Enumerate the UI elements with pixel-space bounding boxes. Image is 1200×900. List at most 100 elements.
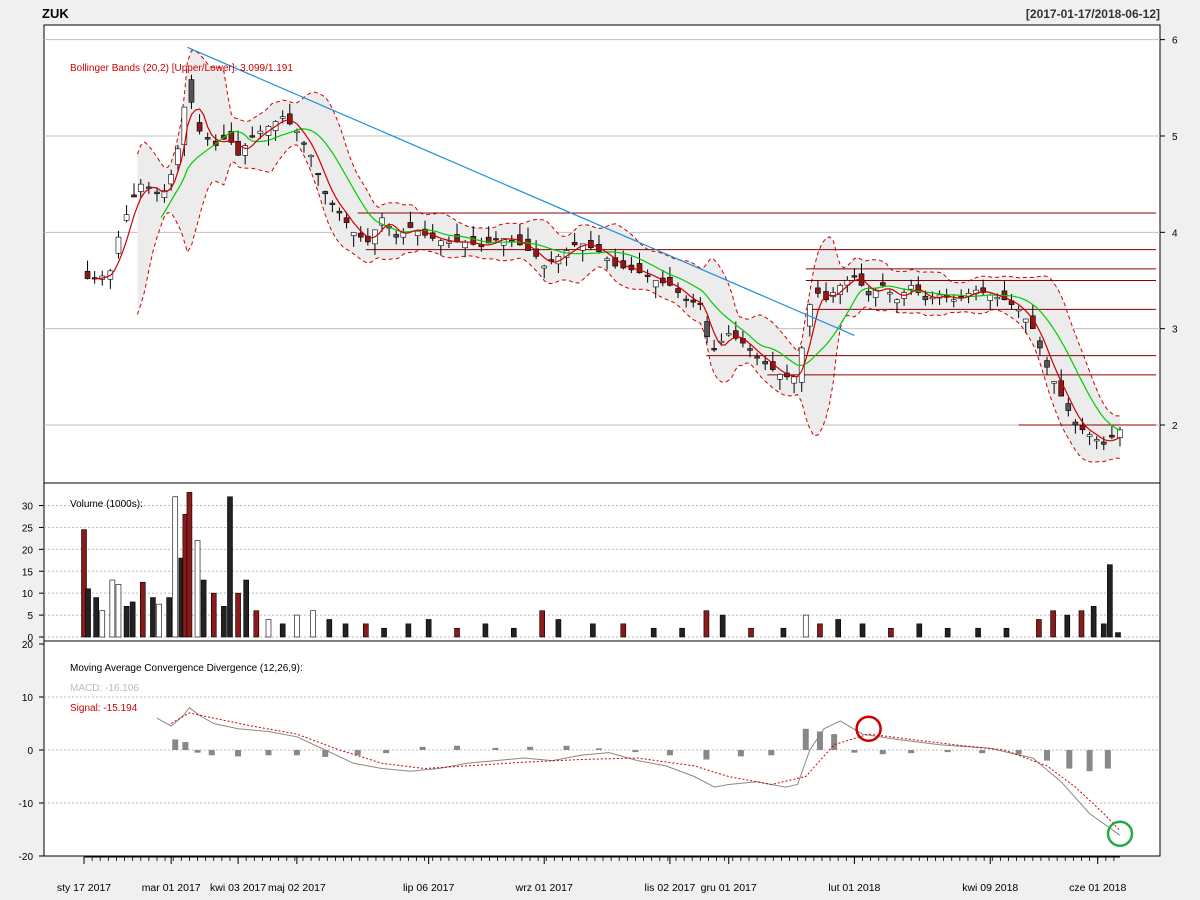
x-tick-label: wrz 01 2017 <box>515 882 573 894</box>
macd-histogram-bar <box>944 750 951 753</box>
volume-bar <box>835 619 841 638</box>
volume-bar <box>650 627 657 638</box>
volume-bar <box>1100 623 1107 638</box>
volume-tick-label: 15 <box>22 567 34 578</box>
candle-body <box>315 172 321 176</box>
volume-bar <box>150 597 156 638</box>
volume-bar <box>139 581 146 638</box>
macd-histogram-bar <box>454 745 461 750</box>
candle-body <box>84 270 91 279</box>
volume-bar <box>194 540 201 638</box>
volume-bar <box>227 496 233 638</box>
candle-body <box>308 154 314 158</box>
volume-bar <box>888 627 894 638</box>
volume-bar <box>172 496 179 638</box>
candle-body <box>652 280 659 288</box>
candle-body <box>762 361 769 365</box>
volume-bar <box>1050 610 1056 638</box>
macd-histogram-bar <box>802 728 809 750</box>
candle-body <box>1086 434 1093 437</box>
volume-bar <box>944 627 951 638</box>
candle-body <box>257 130 264 134</box>
candle-body <box>154 191 160 195</box>
x-tick-label: kwi 09 2018 <box>962 882 1018 894</box>
candle-body <box>894 299 900 304</box>
candle-body <box>1037 340 1043 349</box>
candle-body <box>851 275 858 278</box>
candle-body <box>994 297 1001 300</box>
candle-body <box>747 348 753 351</box>
macd-tick-label: -20 <box>19 852 34 863</box>
candle-body <box>1100 441 1107 445</box>
volume-bar <box>166 597 172 638</box>
macd-histogram-bar <box>235 750 242 757</box>
candle-body <box>329 202 336 205</box>
macd-histogram-bar <box>492 747 499 750</box>
volume-bar <box>425 619 432 638</box>
candle-body <box>357 232 364 238</box>
x-tick-label: kwi 03 2017 <box>210 882 266 894</box>
candle-body <box>393 234 400 238</box>
volume-bar <box>1115 632 1121 638</box>
candle-body <box>1117 429 1123 439</box>
volume-bar <box>511 627 517 638</box>
candle-body <box>987 294 994 301</box>
macd-histogram-bar <box>208 750 215 756</box>
macd-histogram-bar <box>265 750 272 756</box>
macd-annotation: Moving Average Convergence Divergence (1… <box>70 663 303 674</box>
candle-body <box>438 240 444 246</box>
volume-bar <box>85 588 91 638</box>
macd-histogram-bar <box>563 745 570 750</box>
candle-body <box>704 321 710 337</box>
macd-histogram-bar <box>1066 750 1073 769</box>
x-tick-label: lut 01 2018 <box>828 882 880 894</box>
volume-bar <box>109 579 116 638</box>
macd-histogram-bar <box>419 746 426 750</box>
candle-body <box>123 214 130 221</box>
volume-bar <box>310 610 316 638</box>
candle-body <box>286 113 293 125</box>
volume-tick-label: 25 <box>22 523 34 534</box>
candle-body <box>1079 424 1086 431</box>
macd-histogram-bar <box>182 742 189 750</box>
candle-body <box>204 137 211 140</box>
candle-body <box>493 238 499 241</box>
candle-body <box>690 299 697 303</box>
macd-tick-label: -10 <box>19 799 34 810</box>
volume-bar <box>703 610 710 638</box>
candle-body <box>462 241 468 249</box>
candle-body <box>571 241 578 246</box>
macd-tick-label: 20 <box>22 640 34 651</box>
candle-body <box>754 356 760 359</box>
volume-tick-label: 10 <box>22 589 34 600</box>
price-tick-label: 3 <box>1172 325 1178 336</box>
volume-bar <box>780 627 787 638</box>
candle-body <box>675 288 681 293</box>
candle-body <box>541 265 548 269</box>
macd-histogram-bar <box>383 750 390 754</box>
volume-bar <box>210 592 217 638</box>
volume-bar <box>802 614 809 638</box>
candle-body <box>175 148 181 165</box>
volume-bar <box>221 606 227 638</box>
volume-bar <box>326 619 333 638</box>
volume-bar <box>381 627 387 638</box>
candle-body <box>887 292 893 295</box>
volume-bar <box>115 584 122 638</box>
macd-histogram-bar <box>879 750 886 755</box>
macd-histogram-bar <box>666 750 673 756</box>
volume-bar <box>279 623 286 638</box>
x-tick-label: cze 01 2018 <box>1069 882 1126 894</box>
candle-body <box>115 236 122 254</box>
volume-bar <box>235 592 241 638</box>
candle-body <box>1072 421 1079 426</box>
volume-bar <box>454 627 460 638</box>
candle-body <box>711 348 717 351</box>
volume-bar <box>294 614 300 638</box>
candle-body <box>1015 309 1022 312</box>
macd-tick-label: 10 <box>22 693 34 704</box>
volume-bar <box>342 623 349 638</box>
macd-histogram-bar <box>737 750 744 757</box>
volume-bar <box>679 627 685 638</box>
volume-bar <box>590 623 596 638</box>
